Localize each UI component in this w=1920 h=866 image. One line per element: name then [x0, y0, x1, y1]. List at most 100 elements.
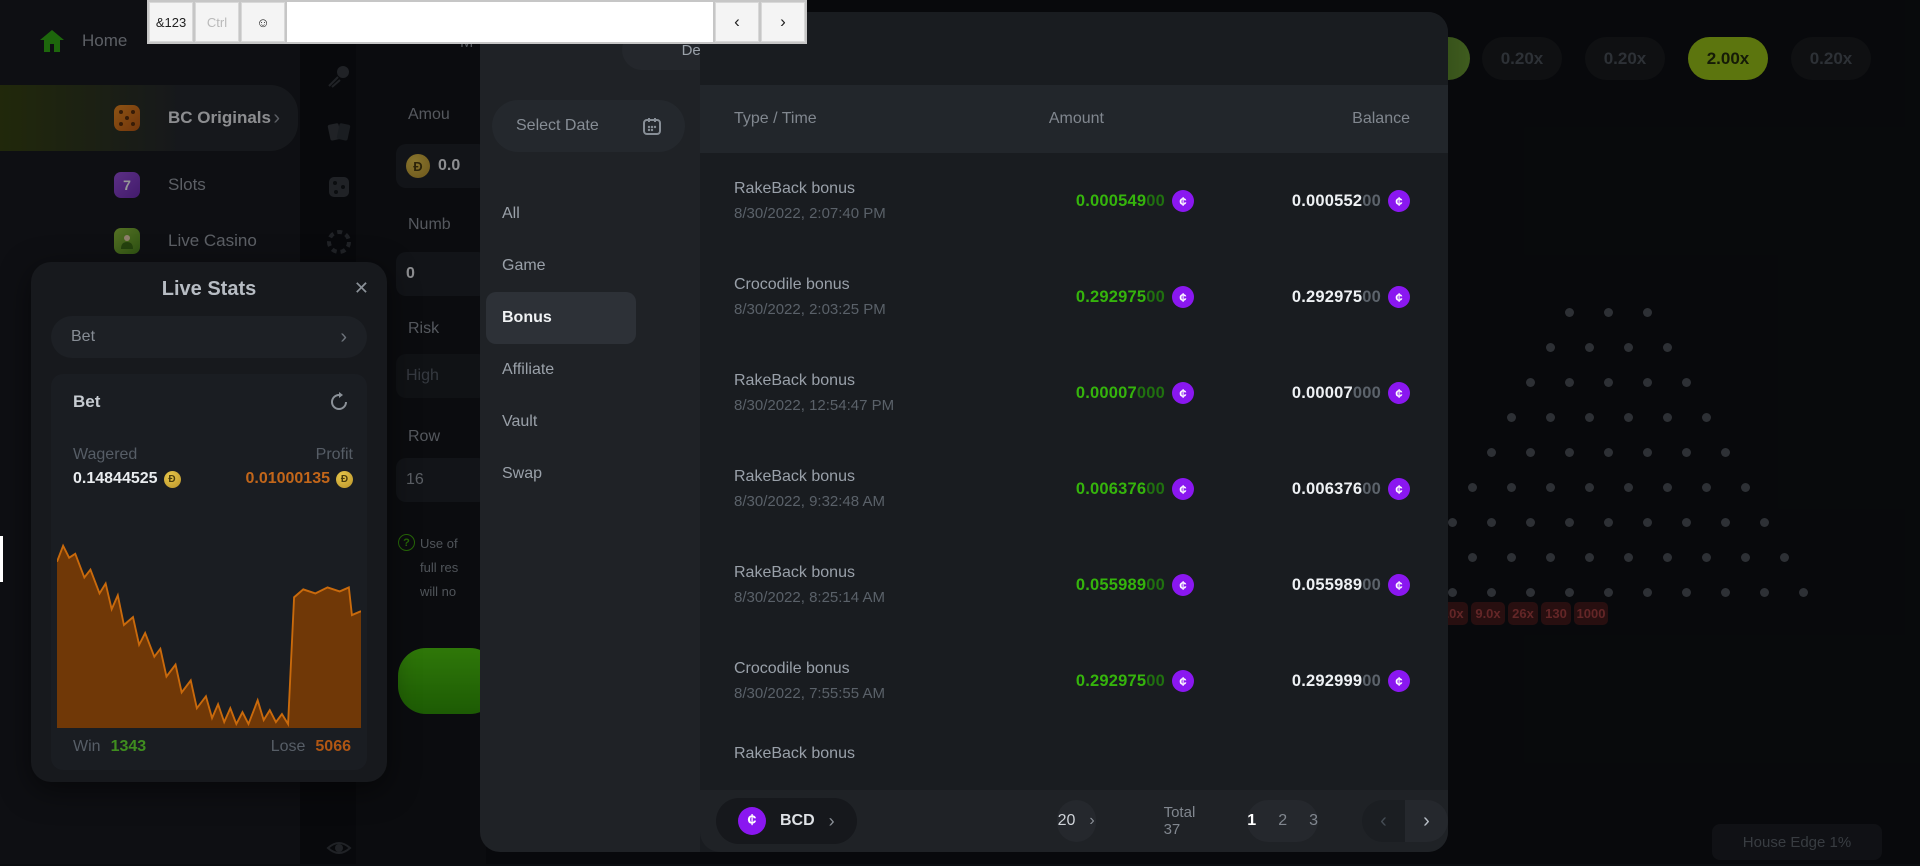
balance-value-trailing: 000 [1353, 384, 1381, 403]
table-row: RakeBack bonus 8/30/2022, 12:54:47 PM 0.… [700, 345, 1448, 441]
bcd-coin-icon: ¢ [1388, 190, 1410, 212]
bcd-coin-icon: ¢ [1172, 670, 1194, 692]
lose-value: 5066 [315, 738, 351, 755]
amount-value-trailing: 00 [1146, 672, 1165, 691]
transaction-type: RakeBack bonus [734, 468, 979, 486]
select-date-label: Select Date [516, 117, 599, 135]
total-count: Total 37 [1164, 804, 1196, 838]
chevron-right-icon: › [829, 811, 835, 832]
win-label: Win [73, 738, 101, 755]
transaction-time: 8/30/2022, 2:03:25 PM [734, 301, 979, 318]
currency-select[interactable]: ¢ BCD › [716, 798, 857, 844]
transaction-time: 8/30/2022, 8:25:14 AM [734, 589, 979, 606]
win-value: 1343 [111, 738, 147, 755]
balance-value-trailing: 00 [1362, 288, 1381, 307]
transaction-type: RakeBack bonus [734, 745, 1448, 763]
bill-table: Type / Time Amount Balance RakeBack bonu… [700, 12, 1448, 852]
amount-value: 0.006376 [1076, 480, 1146, 499]
currency-label: BCD [780, 812, 815, 830]
page-number[interactable]: 3 [1309, 812, 1318, 830]
bill-sidebar: Select Date All Game Bonus Affiliate Vau… [480, 12, 700, 852]
balance-value-trailing: 00 [1362, 480, 1381, 499]
reset-icon[interactable] [329, 392, 349, 412]
amount-value-trailing: 00 [1146, 576, 1165, 595]
pagination: 1 2 3 [1247, 800, 1318, 842]
transaction-type: Crocodile bonus [734, 276, 979, 294]
balance-value-trailing: 00 [1362, 672, 1381, 691]
bcd-coin-icon: ¢ [1388, 382, 1410, 404]
wagered-stat: Wagered 0.14844525 Ð [73, 446, 181, 488]
lose-label: Lose [271, 738, 306, 755]
page-size-value: 20 [1058, 812, 1076, 830]
bill-table-header: Type / Time Amount Balance [700, 85, 1448, 153]
wagered-value: 0.14844525 [73, 470, 158, 488]
amount-value-trailing: 000 [1137, 384, 1165, 403]
calendar-icon [643, 117, 661, 135]
bill-table-rows: RakeBack bonus 8/30/2022, 2:07:40 PM 0.0… [700, 153, 1448, 790]
keyboard-text-input[interactable] [287, 2, 713, 42]
close-icon[interactable]: ✕ [354, 278, 369, 299]
chevron-right-icon: › [340, 326, 347, 349]
table-row: RakeBack bonus 8/30/2022, 2:07:40 PM 0.0… [700, 153, 1448, 249]
next-page-button[interactable]: › [1405, 800, 1448, 842]
bill-filter-list: All Game Bonus Affiliate Vault Swap [486, 188, 636, 500]
column-header-balance: Balance [1194, 110, 1448, 128]
amount-value: 0.055989 [1076, 576, 1146, 595]
table-row: RakeBack bonus 8/30/2022, 8:25:14 AM 0.0… [700, 537, 1448, 633]
page-number[interactable]: 1 [1247, 812, 1256, 830]
select-date-button[interactable]: Select Date [492, 100, 685, 152]
stats-mode-select[interactable]: Bet › [51, 316, 367, 358]
balance-value-trailing: 00 [1362, 576, 1381, 595]
balance-value: 0.00007 [1292, 384, 1353, 403]
amount-value: 0.292975 [1076, 288, 1146, 307]
transaction-type: Crocodile bonus [734, 660, 979, 678]
keyboard-key[interactable]: &123 [149, 2, 193, 42]
page-number[interactable]: 2 [1278, 812, 1287, 830]
bcd-coin-icon: ¢ [1172, 382, 1194, 404]
table-row: Crocodile bonus 8/30/2022, 2:03:25 PM 0.… [700, 249, 1448, 345]
column-header-type-time: Type / Time [700, 110, 979, 128]
text-cursor [0, 536, 3, 582]
lose-stat: Lose 5066 [271, 738, 351, 756]
live-stats-title: Live Stats [31, 278, 387, 301]
transaction-time: 8/30/2022, 12:54:47 PM [734, 397, 979, 414]
keyboard-key[interactable]: Ctrl [195, 2, 239, 42]
profit-stat: Profit 0.01000135 Ð [245, 446, 353, 488]
wagered-label: Wagered [73, 446, 181, 464]
amount-value-trailing: 00 [1146, 192, 1165, 211]
keyboard-prev-key[interactable]: ‹ [715, 2, 759, 42]
page-size-select[interactable]: 20 › [1057, 800, 1096, 842]
bill-filter-item[interactable]: Game [486, 240, 636, 292]
amount-value: 0.000549 [1076, 192, 1146, 211]
bcd-coin-icon: ¢ [1172, 574, 1194, 596]
transaction-type: RakeBack bonus [734, 180, 979, 198]
bcd-coin-icon: ¢ [1172, 286, 1194, 308]
balance-value: 0.292975 [1292, 288, 1362, 307]
win-stat: Win 1343 [73, 738, 146, 756]
transaction-time: 8/30/2022, 7:55:55 AM [734, 685, 979, 702]
prev-page-button[interactable]: ‹ [1362, 800, 1405, 842]
stats-card-title: Bet [73, 392, 100, 412]
live-stats-panel: Live Stats ✕ Bet › Bet Wagered 0.1484452… [31, 262, 387, 782]
bill-filter-item[interactable]: All [486, 188, 636, 240]
bill-filter-item[interactable]: Swap [486, 448, 636, 500]
transaction-time: 8/30/2022, 2:07:40 PM [734, 205, 979, 222]
live-stats-card: Bet Wagered 0.14844525 Ð Profit 0.010001… [51, 374, 367, 770]
bill-filter-item[interactable]: Vault [486, 396, 636, 448]
balance-value-trailing: 00 [1362, 192, 1381, 211]
bill-filter-item[interactable]: Affiliate [486, 344, 636, 396]
column-header-amount: Amount [979, 110, 1194, 128]
balance-value: 0.006376 [1292, 480, 1362, 499]
bill-footer: ¢ BCD › 20 › Total 37 1 2 3 ‹ › [700, 790, 1448, 852]
bcd-coin-icon: ¢ [1388, 574, 1410, 596]
transaction-type: RakeBack bonus [734, 564, 979, 582]
transaction-time: 8/30/2022, 9:32:48 AM [734, 493, 979, 510]
keyboard-next-key[interactable]: › [761, 2, 805, 42]
amount-value: 0.00007 [1076, 384, 1137, 403]
touch-keyboard-bar: &123 Ctrl ☺ ‹ › [147, 0, 807, 44]
bill-filter-item[interactable]: Bonus [486, 292, 636, 344]
keyboard-key[interactable]: ☺ [241, 2, 285, 42]
bcd-coin-icon: ¢ [1172, 478, 1194, 500]
doge-coin-icon: Ð [164, 471, 181, 488]
bcd-coin-icon: ¢ [738, 807, 766, 835]
